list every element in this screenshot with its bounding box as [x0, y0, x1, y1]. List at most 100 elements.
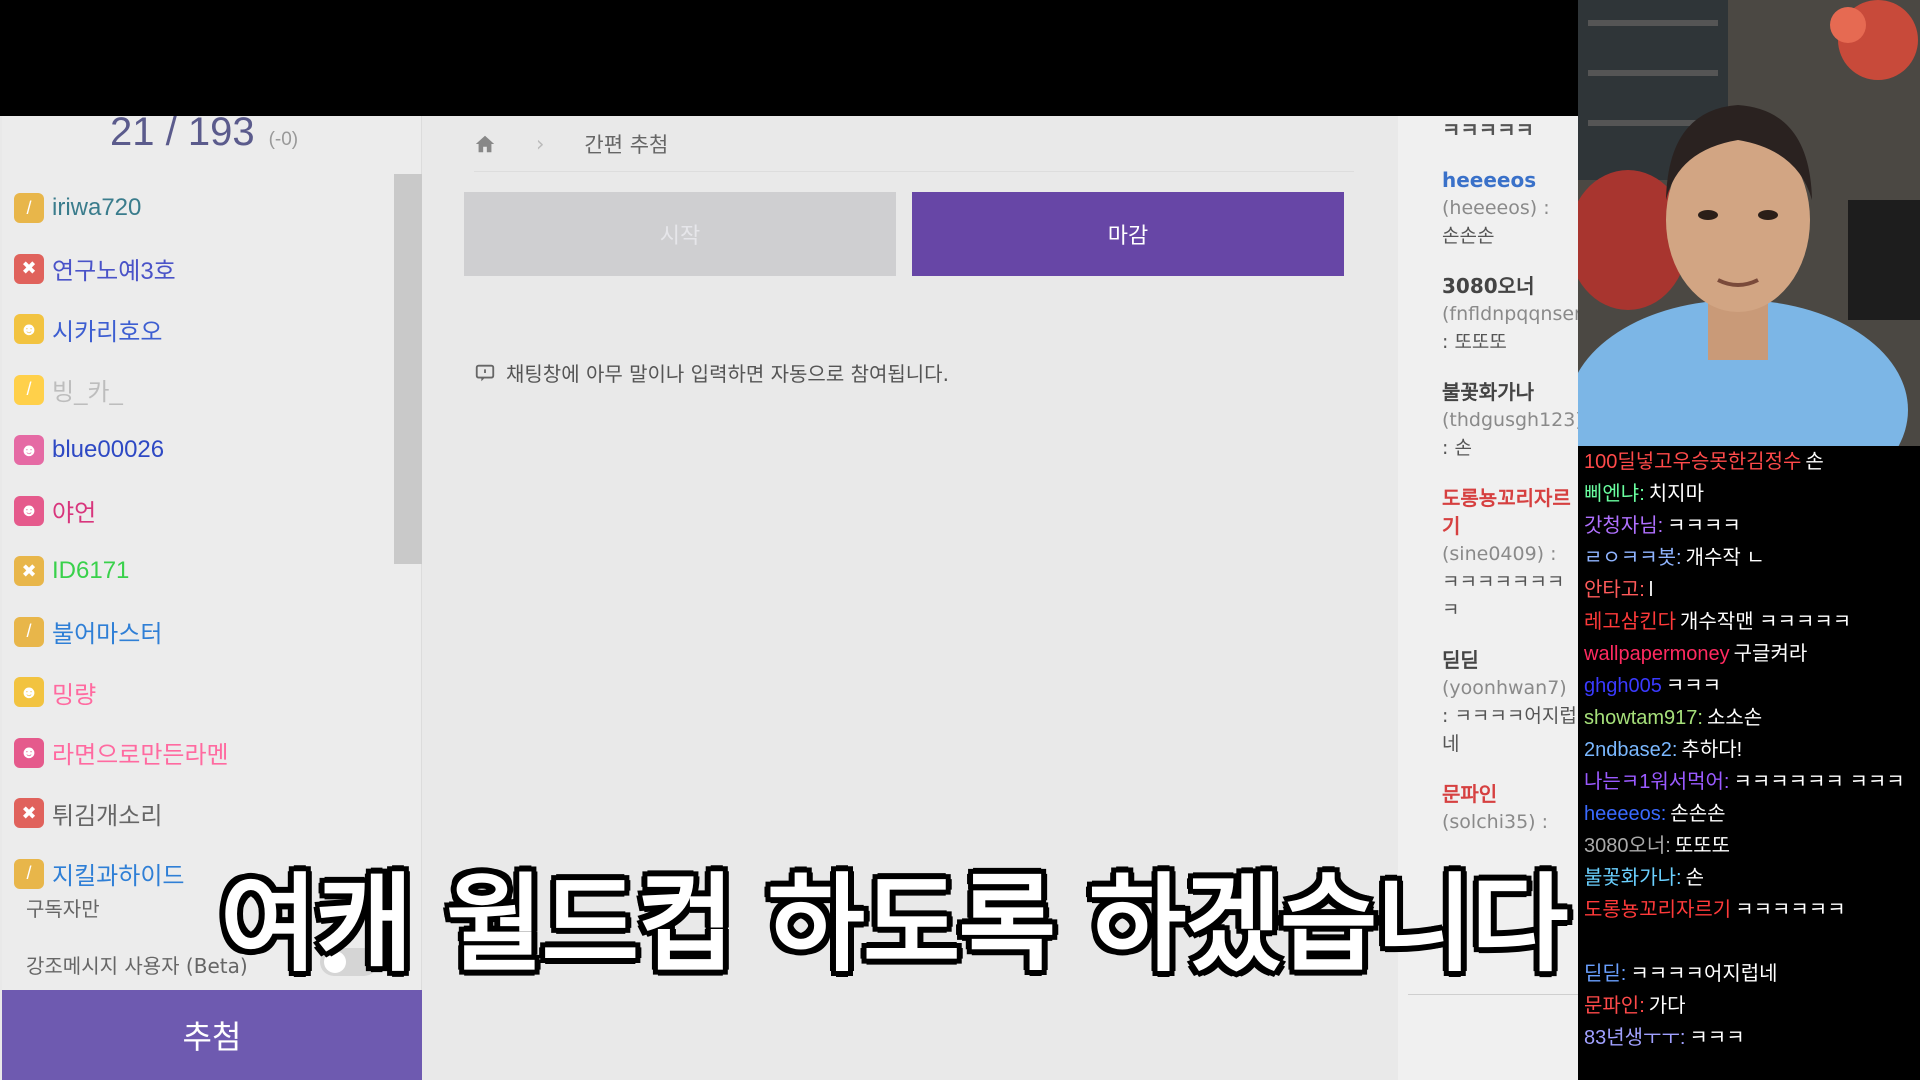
entry-divider — [1408, 994, 1578, 995]
chat-message: 개수작맨 ㅋㅋㅋㅋㅋ — [1680, 611, 1852, 633]
skull-icon: ☻ — [14, 314, 44, 345]
chat-nick: showtam917: — [1584, 707, 1703, 729]
entry-nick: 불꽃화가나 — [1442, 380, 1534, 404]
chat-nick: ㄹㅇㅋㅋ봇: — [1584, 547, 1682, 569]
skull-icon: ☻ — [14, 677, 44, 708]
entry-nick: 문파인 — [1442, 782, 1498, 806]
chat-line: 삐엔냐: 치지마 — [1584, 478, 1914, 510]
subscriber-only-option[interactable]: 구독자만 — [26, 893, 100, 922]
tools-icon: ✖ — [14, 798, 44, 829]
entry-id: (solchi35) : — [1442, 811, 1549, 833]
chat-nick: 불꽃화가나: — [1584, 867, 1682, 889]
chat-line: 불꽃화가나: 손 — [1584, 862, 1914, 894]
start-button[interactable]: 시작 — [464, 192, 896, 276]
entry-nick: 3080오너 — [1442, 274, 1535, 298]
tools-icon: ✖ — [14, 253, 44, 284]
chat-line: 레고삼킨다 개수작맨 ㅋㅋㅋㅋㅋ — [1584, 606, 1914, 638]
chat-message: ㅋㅋㅋㅋ어지럽네 — [1630, 963, 1778, 985]
chat-nick: 3080오너: — [1584, 835, 1671, 857]
entry-id: (fnfldnpqqnsen — [1442, 303, 1578, 325]
chat-nick: 안타고: — [1584, 579, 1645, 601]
participant-list: / iriwa720 ✖ 연구노예3호 ☻ 시카리호오 / 빙_카_ ☻ blue00026 ☻ 야언… — [14, 178, 394, 904]
chat-line: 나는ㅋ1워서먹어: ㅋㅋㅋㅋㅋㅋ ㅋㅋㅋ — [1584, 766, 1914, 798]
chat-nick: 100딜넣고우승못한김정수 — [1584, 451, 1802, 473]
chat-message: ㅋㅋㅋㅋㅋㅋ — [1735, 899, 1846, 921]
chat-line: 문파인: 가다 — [1584, 990, 1914, 1022]
participant-item[interactable]: ✖ ID6171 — [14, 541, 394, 602]
chat-nick: wallpapermoney — [1584, 643, 1730, 665]
chat-nick: 갓청자님: — [1584, 515, 1664, 537]
entry-message: ㅋㅋㅋㅋㅋㅋㅋㅋ — [1442, 571, 1565, 621]
participant-item[interactable]: ☻ 시카리호오 — [14, 299, 394, 360]
stream-chat: 100딜넣고우승못한김정수 손 삐엔냐: 치지마 갓청자님: ㅋㅋㅋㅋ ㄹㅇㅋㅋ봇: 개수작 … — [1578, 446, 1920, 1080]
breadcrumb: › 간편 추첨 — [474, 116, 1354, 172]
close-button[interactable]: 마감 — [912, 192, 1344, 276]
home-icon[interactable] — [474, 133, 496, 155]
skull-icon: ☻ — [14, 495, 44, 526]
participant-item[interactable]: / 빙_카_ — [14, 360, 394, 421]
entry-id: (sine0409) : — [1442, 543, 1557, 565]
participant-item[interactable]: ☻ 라면으로만든라멘 — [14, 723, 394, 784]
chat-line: 갓청자님: ㅋㅋㅋㅋ — [1584, 510, 1914, 542]
webcam-feed — [1578, 0, 1920, 446]
chat-nick: 2ndbase2: — [1584, 739, 1678, 761]
chat-line: 2ndbase2: 추하다! — [1584, 734, 1914, 766]
chat-line: ghgh005 ㅋㅋㅋ — [1584, 670, 1914, 702]
participant-item[interactable]: ☻ blue00026 — [14, 420, 394, 481]
entry-item: 불꽃화가나 (thdgusgh123): 손 — [1442, 378, 1578, 462]
participant-name: 시카리호오 — [52, 318, 163, 346]
participant-name: iriwa720 — [52, 194, 142, 222]
chat-line: 83년생ㅜㅜ: ㅋㅋㅋ — [1584, 1022, 1914, 1054]
breadcrumb-current: 간편 추첨 — [584, 132, 669, 157]
chat-message: ㅋㅋㅋ — [1689, 1027, 1745, 1049]
join-notice-text: 채팅창에 아무 말이나 입력하면 자동으로 참여됩니다. — [506, 362, 949, 386]
join-notice: 채팅창에 아무 말이나 입력하면 자동으로 참여됩니다. — [474, 358, 949, 387]
chat-line: 안타고: l — [1584, 574, 1914, 606]
participant-item[interactable]: / 불어마스터 — [14, 602, 394, 663]
chat-message: 개수작 ㄴ — [1685, 547, 1765, 569]
chat-message: 가다 — [1648, 995, 1686, 1017]
participant-name: 불어마스터 — [52, 621, 163, 649]
wrench-icon: / — [14, 616, 44, 647]
counter-main: 21 / 193 — [110, 110, 255, 154]
participant-list-scrollbar[interactable] — [394, 174, 422, 564]
chat-nick: ghgh005 — [1584, 675, 1662, 697]
chevron-right-icon: › — [536, 131, 545, 156]
participant-name: 지킬과하이드 — [52, 863, 185, 891]
entry-item: 3080오너 (fnfldnpqqnsen : 또또또 — [1442, 272, 1578, 356]
chat-line: heeeeos: 손손손 — [1584, 798, 1914, 830]
entry-item: 도롱뇽꼬리자르기 (sine0409) : ㅋㅋㅋㅋㅋㅋㅋㅋ — [1442, 484, 1578, 624]
chat-line: 도롱뇽꼬리자르기 ㅋㅋㅋㅋㅋㅋ — [1584, 894, 1914, 926]
chat-message: 구글켜라 — [1733, 643, 1808, 665]
draw-button[interactable]: 추첨 — [2, 990, 422, 1080]
entry-item: heeeeos (heeeeos) : 손손손 — [1442, 166, 1578, 250]
participant-item[interactable]: ✖ 연구노예3호 — [14, 239, 394, 300]
chat-line: 딛딛: ㅋㅋㅋㅋ어지럽네 — [1584, 958, 1914, 990]
chat-nick: 나는ㅋ1워서먹어: — [1584, 771, 1730, 793]
highlight-users-option[interactable]: 강조메시지 사용자 (Beta) — [26, 950, 248, 979]
entry-message: : 손 — [1442, 437, 1472, 459]
entry-id: (yoonhwan7) — [1442, 677, 1567, 699]
chat-nick: 문파인: — [1584, 995, 1645, 1017]
participant-name: blue00026 — [52, 436, 165, 464]
chat-nick: heeeeos: — [1584, 803, 1667, 825]
entry-nick: ㅋㅋㅋㅋㅋ — [1442, 118, 1534, 142]
counter-sub: (-0) — [268, 129, 299, 150]
wrench-icon: / — [14, 858, 44, 889]
entry-message: : 또또또 — [1442, 331, 1507, 353]
participant-name: 야언 — [52, 500, 97, 528]
entry-nick: heeeeos — [1442, 168, 1537, 192]
participant-item[interactable]: / iriwa720 — [14, 178, 394, 239]
chat-message: 또또또 — [1674, 835, 1731, 857]
skull-icon: ☻ — [14, 737, 44, 768]
entry-item: ㅋㅋㅋㅋㅋ — [1442, 116, 1578, 144]
chat-nick: 레고삼킨다 — [1584, 611, 1676, 633]
participant-item[interactable]: ✖ 튀김개소리 — [14, 783, 394, 844]
chat-line: 3080오너: 또또또 — [1584, 830, 1914, 862]
participant-item[interactable]: ☻ 밍량 — [14, 662, 394, 723]
chat-bubble-icon — [475, 364, 495, 381]
participant-item[interactable]: ☻ 야언 — [14, 481, 394, 542]
chat-line: showtam917: 소소손 — [1584, 702, 1914, 734]
participant-counter: 21 / 193 (-0) — [110, 110, 298, 155]
participant-name: 빙_카_ — [52, 379, 123, 407]
